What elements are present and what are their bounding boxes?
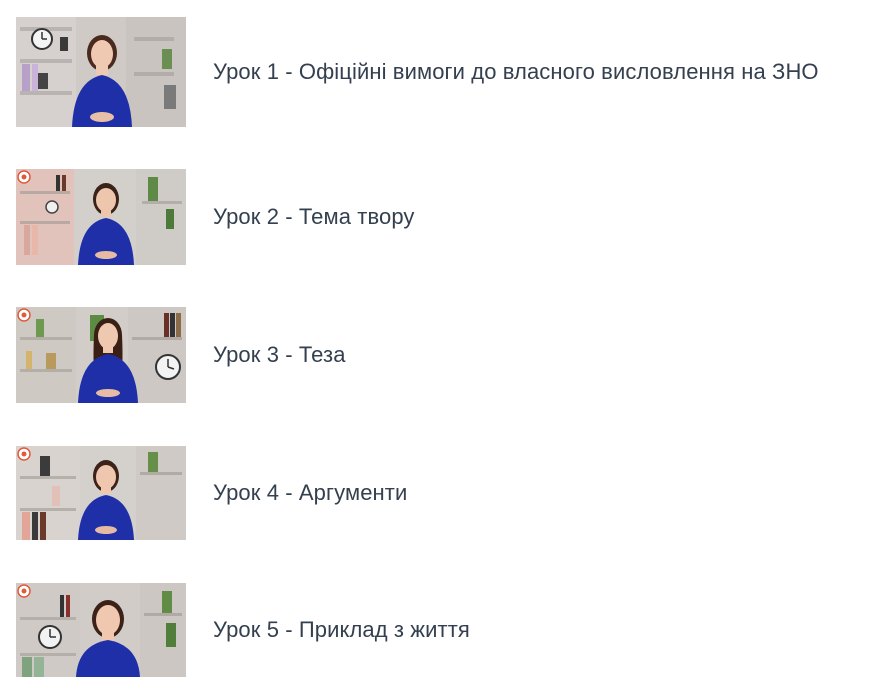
video-thumbnail-image: [16, 307, 186, 403]
lesson-title[interactable]: Урок 5 - Приклад з життя: [213, 612, 470, 648]
lesson-title[interactable]: Урок 4 - Аргументи: [213, 475, 407, 511]
lesson-thumbnail[interactable]: [16, 307, 186, 403]
lesson-title[interactable]: Урок 3 - Теза: [213, 337, 346, 373]
video-thumbnail-image: [16, 446, 186, 540]
video-thumbnail-image: [16, 17, 186, 127]
lesson-thumbnail[interactable]: [16, 17, 186, 127]
lesson-item-1[interactable]: Урок 1 - Офіційні вимоги до власного вис…: [16, 17, 876, 127]
lesson-item-4[interactable]: Урок 4 - Аргументи: [16, 446, 876, 540]
lesson-thumbnail[interactable]: [16, 446, 186, 540]
lesson-item-3[interactable]: Урок 3 - Теза: [16, 307, 876, 403]
video-thumbnail-image: [16, 583, 186, 677]
lesson-item-5[interactable]: Урок 5 - Приклад з життя: [16, 583, 876, 677]
lesson-title[interactable]: Урок 2 - Тема твору: [213, 199, 415, 235]
lesson-title[interactable]: Урок 1 - Офіційні вимоги до власного вис…: [213, 54, 819, 90]
lesson-item-2[interactable]: Урок 2 - Тема твору: [16, 169, 876, 265]
lesson-list: Урок 1 - Офіційні вимоги до власного вис…: [0, 0, 896, 696]
video-thumbnail-image: [16, 169, 186, 265]
lesson-thumbnail[interactable]: [16, 583, 186, 677]
lesson-thumbnail[interactable]: [16, 169, 186, 265]
